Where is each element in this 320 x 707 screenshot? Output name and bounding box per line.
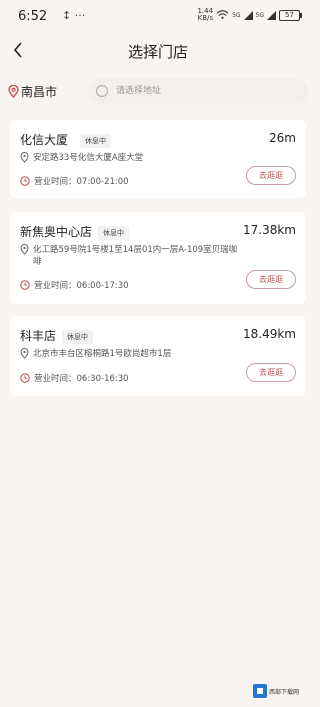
battery-indicator: 57 (279, 9, 302, 21)
watermark: 西部下载网 (253, 683, 311, 699)
status-right: 1.44 KB/s 5G 5G 57 (197, 8, 302, 22)
location-pin-icon (20, 244, 29, 255)
location-pin-icon (8, 84, 19, 98)
watermark-text: 西部下载网 (269, 688, 300, 696)
visit-store-button[interactable]: 去逛逛 (246, 363, 296, 382)
store-hours: 营业时间：07:00-21:00 (34, 177, 129, 187)
radio-circle-icon (96, 85, 108, 97)
address-row: 化工路59号院1号楼1至14层01内一层A-109室贝瑞咖啡 (20, 244, 243, 268)
address-search (88, 78, 308, 104)
status-badge: 休息中 (62, 330, 93, 344)
signal-5g-2: 5G (255, 11, 264, 19)
status-badge: 休息中 (80, 134, 111, 148)
network-speed-unit: KB/s (197, 14, 214, 22)
wifi-icon (216, 10, 229, 19)
address-input[interactable] (114, 85, 268, 97)
store-address: 化工路59号院1号楼1至14层01内一层A-109室贝瑞咖啡 (33, 245, 238, 267)
status-time: 6:52 (18, 9, 48, 24)
clock-icon (20, 373, 30, 383)
store-card[interactable]: 科丰店 休息中 18.49km 北京市丰台区榕桐路1号欧尚超市1层 营业时间：0… (10, 316, 306, 396)
signal-bars-icon-2 (267, 10, 276, 20)
signal-bars-icon (243, 10, 253, 20)
store-address: 安定路33号化信大厦A座大堂 (33, 153, 144, 163)
hours-row: 营业时间：07:00-21:00 (20, 175, 129, 187)
hours-row: 营业时间：06:30-16:30 (20, 372, 129, 384)
address-row: 安定路33号化信大厦A座大堂 (20, 152, 243, 164)
location-pin-icon (20, 348, 29, 359)
signal-5g-1: 5G (232, 11, 241, 19)
store-distance: 17.38km (243, 223, 296, 237)
address-row: 北京市丰台区榕桐路1号欧尚超市1层 (20, 348, 243, 360)
location-bar: 南昌市 (8, 78, 308, 104)
store-address: 北京市丰台区榕桐路1号欧尚超市1层 (33, 349, 172, 359)
visit-store-button[interactable]: 去逛逛 (246, 166, 296, 185)
network-speed: 1.44 KB/s (197, 8, 213, 22)
hours-row: 营业时间：06:00-17:30 (20, 279, 129, 291)
city-selector[interactable]: 南昌市 (8, 83, 57, 100)
store-name: 科丰店 (20, 329, 57, 343)
visit-store-button[interactable]: 去逛逛 (246, 270, 296, 289)
store-name: 化信大厦 (20, 133, 69, 147)
page-title: 选择门店 (127, 43, 188, 61)
navigation-bar: 选择门店 (0, 36, 316, 66)
store-hours: 营业时间：06:00-17:30 (34, 281, 129, 291)
store-name: 新焦奥中心店 (20, 225, 93, 239)
store-card[interactable]: 新焦奥中心店 休息中 17.38km 化工路59号院1号楼1至14层01内一层A… (10, 212, 306, 304)
watermark-logo-icon (253, 684, 267, 698)
status-bar: 6:52 ↕ ··· 1.44 KB/s 5G 5G 57 (0, 0, 316, 36)
status-extra-icons: ↕ ··· (62, 9, 86, 22)
store-distance: 18.49km (243, 327, 296, 341)
location-pin-icon (20, 152, 29, 163)
clock-icon (20, 280, 30, 290)
status-badge: 休息中 (98, 226, 129, 240)
city-label: 南昌市 (21, 84, 58, 99)
clock-icon (20, 176, 30, 186)
store-distance: 26m (269, 131, 296, 145)
store-hours: 营业时间：06:30-16:30 (34, 374, 129, 384)
store-card[interactable]: 化信大厦 休息中 26m 安定路33号化信大厦A座大堂 营业时间：07:00-2… (10, 120, 306, 198)
